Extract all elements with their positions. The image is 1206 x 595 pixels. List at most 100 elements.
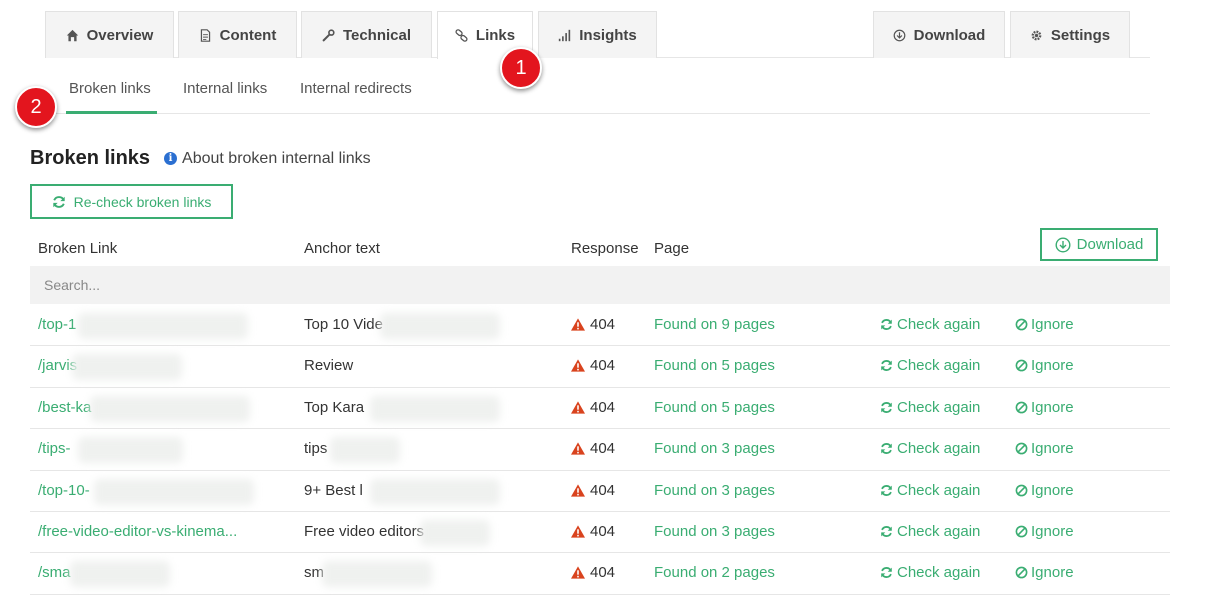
check-again-label: Check again <box>897 564 981 582</box>
found-on-pages-link[interactable]: Found on 2 pages <box>654 564 775 581</box>
anchor-text: sm <box>304 564 324 582</box>
ban-icon <box>1015 359 1028 372</box>
check-again-button[interactable]: Check again <box>880 482 980 499</box>
info-icon: i <box>164 152 178 165</box>
link-icon <box>455 29 468 42</box>
download-circle-icon <box>1055 236 1071 253</box>
warning-icon <box>571 483 585 497</box>
redacted-region <box>420 519 490 546</box>
warning-icon <box>571 566 585 579</box>
warning-icon <box>571 442 585 455</box>
download-button[interactable]: Download <box>1040 228 1158 261</box>
check-again-button[interactable]: Check again <box>880 440 980 457</box>
response-status: 404 <box>571 399 615 416</box>
check-again-label: Check again <box>897 316 981 333</box>
check-again-button[interactable]: Check again <box>880 399 980 416</box>
check-again-label: Check again <box>897 440 981 458</box>
tab-settings[interactable]: Settings <box>1010 11 1130 58</box>
check-again-button[interactable]: Check again <box>880 523 980 540</box>
response-code: 404 <box>590 481 616 499</box>
subtab-broken-links[interactable]: Broken links <box>66 80 157 114</box>
broken-link-url[interactable]: /top-1 <box>38 316 76 333</box>
column-header-page: Page <box>654 240 690 257</box>
found-on-pages-link[interactable]: Found on 3 pages <box>654 482 775 499</box>
response-status: 404 <box>571 316 615 333</box>
document-icon <box>200 28 210 42</box>
found-on-pages-link[interactable]: Found on 5 pages <box>654 357 775 374</box>
tab-label: Links <box>475 27 516 44</box>
redacted-region <box>380 313 500 339</box>
ignore-label: Ignore <box>1031 522 1074 540</box>
broken-link-url[interactable]: /top-10- <box>38 482 90 499</box>
broken-link-url[interactable]: /tips- <box>38 440 71 457</box>
search-input[interactable] <box>30 266 1170 304</box>
table-header: Broken Link Anchor text Response Page <box>30 236 1170 264</box>
warning-icon <box>571 401 585 414</box>
about-broken-links-link[interactable]: i About broken internal links <box>164 150 371 168</box>
redacted-region <box>330 437 400 464</box>
ignore-button[interactable]: Ignore <box>1015 523 1074 540</box>
download-circle-icon <box>893 29 906 41</box>
table-row: /free-video-editor-vs-kinema... Free vide… <box>30 512 1170 554</box>
response-code: 404 <box>590 398 616 416</box>
broken-link-url[interactable]: /free-video-editor-vs-kinema... <box>38 523 237 540</box>
check-again-button[interactable]: Check again <box>880 316 980 333</box>
redacted-region <box>78 437 183 464</box>
check-again-button[interactable]: Check again <box>880 357 980 374</box>
tab-overview[interactable]: Overview <box>45 11 174 58</box>
anchor-text: Top 10 Vide <box>304 316 383 333</box>
ignore-label: Ignore <box>1031 564 1074 582</box>
table-row: /sma sm 404 Found on 2 pages Check again Igno… <box>30 553 1170 595</box>
ignore-button[interactable]: Ignore <box>1015 440 1074 457</box>
page-title: Broken links <box>30 147 151 169</box>
ignore-button[interactable]: Ignore <box>1015 399 1074 416</box>
ignore-button[interactable]: Ignore <box>1015 316 1074 333</box>
tab-label: Content <box>219 26 277 44</box>
subtab-internal-links[interactable]: Internal links <box>183 80 267 114</box>
tab-label: Technical <box>342 26 412 44</box>
tab-download[interactable]: Download <box>873 11 1005 58</box>
ignore-label: Ignore <box>1031 316 1074 333</box>
ban-icon <box>1015 442 1028 455</box>
refresh-icon <box>881 526 892 537</box>
redacted-region <box>94 478 254 505</box>
recheck-broken-links-button[interactable]: Re-check broken links <box>30 184 233 219</box>
found-on-pages-link[interactable]: Found on 5 pages <box>654 399 775 416</box>
table-row: /jarvis Review 404 Found on 5 pages Check ag… <box>30 346 1170 388</box>
tab-content[interactable]: Content <box>178 11 297 58</box>
column-header-broken-link: Broken Link <box>38 240 118 257</box>
response-code: 404 <box>590 564 616 582</box>
recheck-label: Re-check broken links <box>73 193 212 210</box>
ignore-label: Ignore <box>1031 481 1074 499</box>
response-code: 404 <box>590 357 616 375</box>
section-header: Broken links i About broken internal lin… <box>30 147 371 170</box>
ignore-label: Ignore <box>1031 440 1074 458</box>
anchor-text: Top Kara <box>304 398 365 416</box>
broken-link-url[interactable]: /best-ka <box>38 399 91 416</box>
found-on-pages-link[interactable]: Found on 3 pages <box>654 523 775 540</box>
refresh-icon <box>881 319 892 330</box>
redacted-region <box>90 395 250 422</box>
home-icon <box>66 29 78 41</box>
ignore-label: Ignore <box>1031 398 1074 416</box>
found-on-pages-link[interactable]: Found on 3 pages <box>654 440 775 457</box>
column-header-response: Response <box>571 240 639 257</box>
ignore-button[interactable]: Ignore <box>1015 482 1074 499</box>
redacted-region <box>370 395 500 422</box>
signal-bars-icon <box>559 29 571 41</box>
ignore-button[interactable]: Ignore <box>1015 564 1074 581</box>
ban-icon <box>1015 566 1028 579</box>
tab-technical[interactable]: Technical <box>301 11 432 58</box>
response-status: 404 <box>571 482 615 499</box>
tab-insights[interactable]: Insights <box>538 11 657 58</box>
response-status: 404 <box>571 564 615 581</box>
table-row: /top-1 Top 10 Vide 404 Found on 9 pages Chec… <box>30 305 1170 347</box>
refresh-icon <box>881 401 892 413</box>
found-on-pages-link[interactable]: Found on 9 pages <box>654 316 775 333</box>
broken-link-url[interactable]: /sma <box>38 564 71 581</box>
subtab-internal-redirects[interactable]: Internal redirects <box>300 80 412 114</box>
ignore-button[interactable]: Ignore <box>1015 357 1074 374</box>
check-again-button[interactable]: Check again <box>880 564 980 581</box>
anchor-text: tips <box>304 440 328 458</box>
check-again-label: Check again <box>897 357 981 375</box>
